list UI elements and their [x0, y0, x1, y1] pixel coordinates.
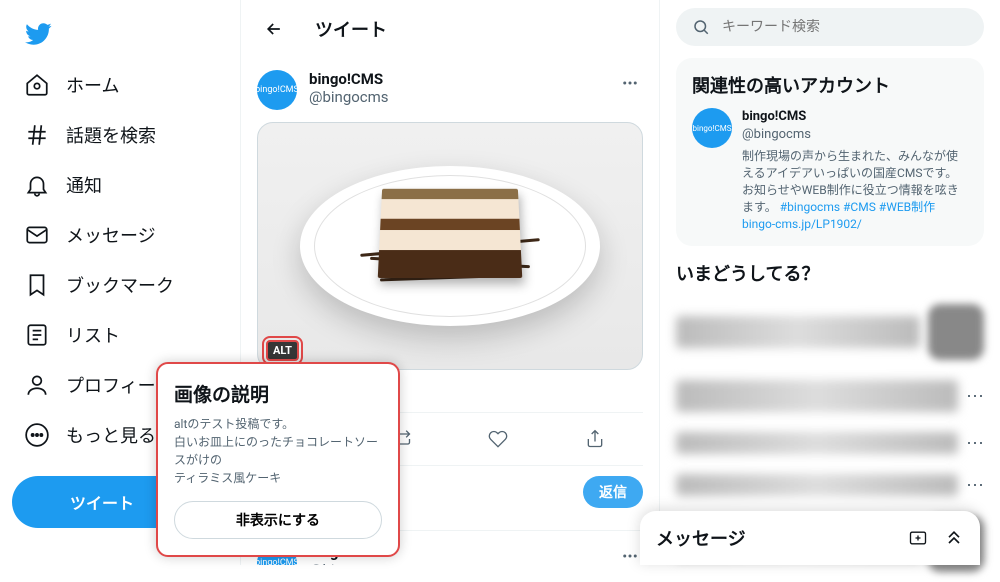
nav-bookmarks[interactable]: ブックマーク — [12, 260, 228, 310]
bookmark-icon — [24, 272, 50, 298]
share-icon[interactable] — [565, 421, 625, 457]
nav-explore[interactable]: 話題を検索 — [12, 110, 228, 160]
more-icon[interactable]: ⋯ — [966, 475, 984, 496]
nav-home[interactable]: ホーム — [12, 60, 228, 110]
related-account[interactable]: bingo!CMS bingo!CMS @bingocms 制作現場の声から生ま… — [692, 108, 968, 232]
trend-item[interactable]: ⋯ — [676, 370, 984, 422]
tweet-image[interactable]: ALT — [257, 122, 643, 370]
expand-icon[interactable] — [944, 528, 964, 548]
more-icon[interactable]: ⋯ — [966, 433, 984, 454]
back-button[interactable] — [257, 12, 291, 46]
alt-popover-desc: altのテスト投稿です。 白いお皿上にのったチョコレートソースがけの ティラミス… — [174, 415, 382, 487]
new-message-icon[interactable] — [908, 528, 928, 548]
nav-label: メッセージ — [66, 222, 156, 248]
search-box[interactable] — [676, 8, 984, 46]
account-name: bingo!CMS — [742, 108, 968, 126]
user-handle: @bingocms — [309, 561, 605, 565]
person-icon — [24, 372, 50, 398]
widget-title: 関連性の高いアカウント — [692, 72, 968, 98]
alt-hide-button[interactable]: 非表示にする — [174, 501, 382, 539]
tweet-more-icon[interactable] — [617, 70, 643, 96]
avatar: bingo!CMS — [692, 108, 732, 148]
alt-popover: 画像の説明 altのテスト投稿です。 白いお皿上にのったチョコレートソースがけの… — [156, 362, 400, 557]
nav-label: ホーム — [66, 72, 119, 98]
nav-label: ブックマーク — [66, 272, 174, 298]
account-tags[interactable]: #bingocms #CMS #WEB制作 — [780, 200, 935, 214]
list-icon — [24, 322, 50, 348]
avatar[interactable]: bingo!CMS — [257, 70, 297, 110]
more-icon[interactable]: ⋯ — [966, 386, 984, 407]
user-handle[interactable]: @bingocms — [309, 88, 605, 106]
account-link[interactable]: bingo-cms.jp/LP1902/ — [742, 217, 862, 231]
twitter-logo[interactable] — [12, 8, 228, 60]
reply-button[interactable]: 返信 — [583, 476, 643, 508]
trend-item[interactable]: ⋯ — [676, 422, 984, 464]
nav-messages[interactable]: メッセージ — [12, 210, 228, 260]
trends-title: いまどうしてる？ — [676, 260, 984, 286]
messages-drawer[interactable]: メッセージ — [640, 511, 980, 565]
nav-label: もっと見る — [66, 422, 156, 448]
nav-label: 通知 — [66, 172, 102, 198]
hash-icon — [24, 122, 50, 148]
like-icon[interactable] — [468, 421, 528, 457]
more-circle-icon — [24, 422, 50, 448]
messages-title: メッセージ — [656, 525, 746, 551]
trend-item[interactable]: ⋯ — [676, 464, 984, 506]
header: ツイート — [241, 0, 659, 58]
mail-icon — [24, 222, 50, 248]
bell-icon — [24, 172, 50, 198]
nav-notifications[interactable]: 通知 — [12, 160, 228, 210]
related-accounts-widget: 関連性の高いアカウント bingo!CMS bingo!CMS @bingocm… — [676, 58, 984, 246]
user-name[interactable]: bingo!CMS — [309, 70, 605, 88]
search-input[interactable] — [722, 19, 968, 35]
page-title: ツイート — [315, 16, 387, 42]
home-icon — [24, 72, 50, 98]
alt-popover-title: 画像の説明 — [174, 380, 382, 407]
nav-label: 話題を検索 — [66, 122, 156, 148]
alt-badge[interactable]: ALT — [266, 340, 299, 361]
right-column: 関連性の高いアカウント bingo!CMS bingo!CMS @bingocm… — [660, 0, 1000, 565]
trend-item[interactable] — [676, 294, 984, 370]
nav-label: リスト — [66, 322, 120, 348]
search-icon — [692, 18, 710, 36]
nav-lists[interactable]: リスト — [12, 310, 228, 360]
account-handle: @bingocms — [742, 126, 968, 144]
